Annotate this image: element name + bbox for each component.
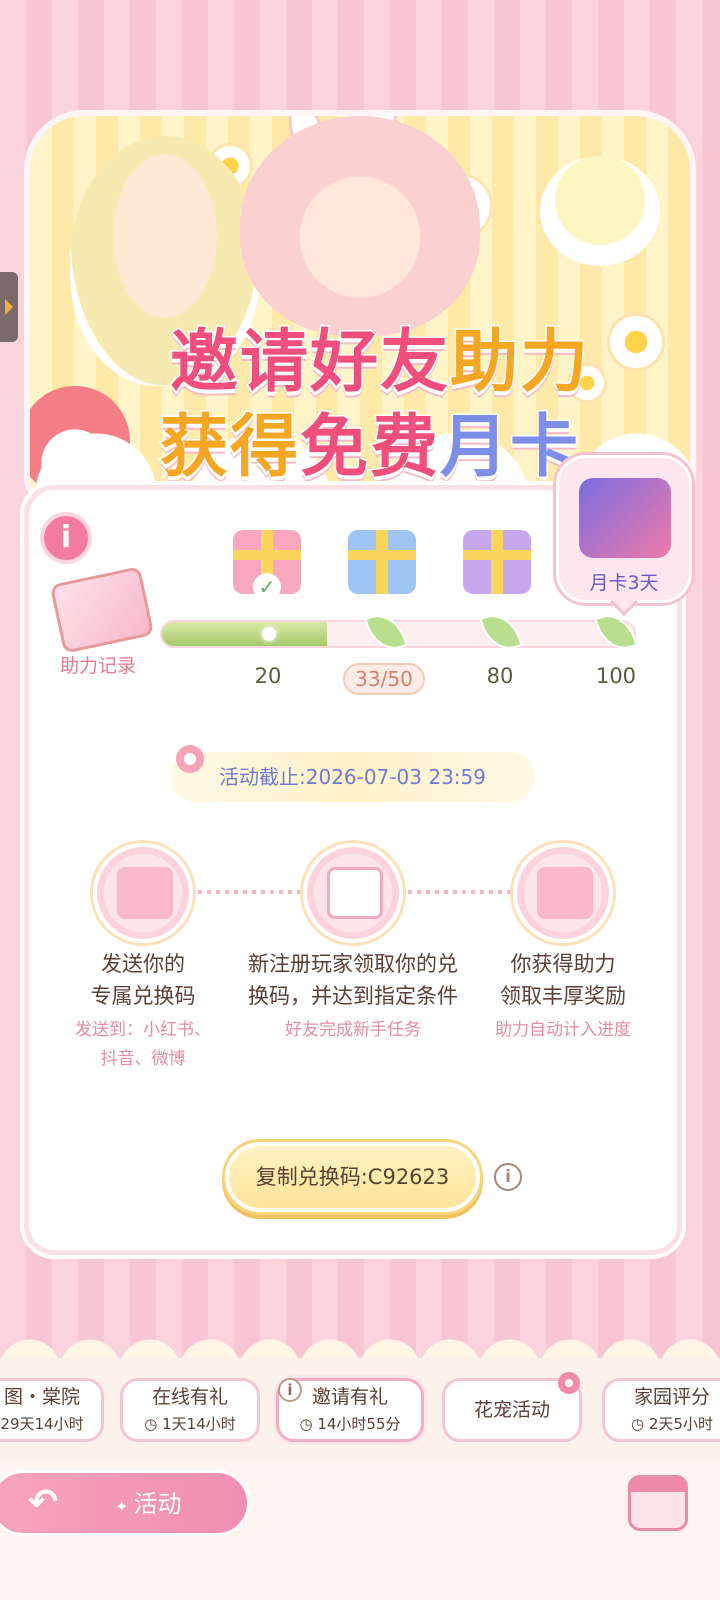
step-connector bbox=[198, 890, 300, 894]
event-banner: 邀请好友助力 获得免费月卡 bbox=[24, 110, 696, 500]
step-sub-line: 抖音、微博 bbox=[100, 1049, 186, 1069]
step-sub-line: 发送到：小红书、 bbox=[75, 1020, 211, 1040]
step-title-line: 你获得助力 bbox=[510, 952, 616, 976]
tab-online-gift[interactable]: 在线有礼 ◷ 1天14小时 bbox=[120, 1378, 260, 1442]
gift-icon[interactable] bbox=[463, 530, 531, 594]
step-title-line: 专属兑换码 bbox=[90, 984, 196, 1008]
step-title: 发送你的 专属兑换码 bbox=[23, 948, 263, 1012]
milestone-current: 33/50 bbox=[343, 663, 425, 695]
step-subtitle: 好友完成新手任务 bbox=[233, 1016, 473, 1045]
tab-home-rating[interactable]: 家园评分 ◷ 2天5小时 bbox=[602, 1378, 720, 1442]
copy-code-button[interactable]: 复制兑换码:C92623 bbox=[225, 1142, 480, 1212]
title-text: 免费 bbox=[298, 407, 440, 489]
title-text: 获得 bbox=[158, 407, 300, 489]
chick-mascot bbox=[540, 156, 660, 266]
tab-title: 图・棠院 bbox=[3, 1386, 80, 1408]
step-send-code-icon bbox=[93, 843, 193, 943]
step-title: 新注册玩家领取你的兑 换码，并达到指定条件 bbox=[233, 948, 473, 1012]
calendar-icon[interactable] bbox=[628, 1475, 688, 1531]
step-title-line: 新注册玩家领取你的兑 bbox=[248, 952, 458, 976]
tab-timer: ◷ 2天5小时 bbox=[631, 1415, 713, 1433]
milestone-label: 80 bbox=[486, 664, 514, 688]
gift-icon[interactable] bbox=[348, 530, 416, 594]
gift-code-card-icon bbox=[117, 867, 173, 919]
step-title-line: 换码，并达到指定条件 bbox=[248, 984, 458, 1008]
bunny-girl-illustration bbox=[240, 116, 480, 336]
progress-dot bbox=[262, 627, 276, 641]
tab-timer: ◷ 14小时55分 bbox=[299, 1415, 401, 1433]
assist-record-button[interactable]: 助力记录 bbox=[60, 651, 136, 678]
step-register-icon bbox=[303, 843, 403, 943]
info-icon[interactable]: i bbox=[40, 512, 92, 564]
tab-title: 花宠活动 bbox=[473, 1399, 550, 1421]
milestone-label: 100 bbox=[595, 664, 637, 688]
activity-label: 活动 bbox=[115, 1484, 182, 1519]
step-connector bbox=[408, 890, 510, 894]
flower-icon bbox=[558, 1372, 580, 1394]
progress-fill bbox=[162, 622, 328, 646]
step-reward-icon bbox=[513, 843, 613, 943]
tab-timer: 29天14小时 bbox=[0, 1415, 84, 1433]
back-arrow-icon[interactable]: ↶ bbox=[28, 1483, 72, 1523]
tab-garden[interactable]: 图・棠院 29天14小时 bbox=[0, 1378, 104, 1442]
card-pack-icon bbox=[579, 478, 671, 558]
info-icon[interactable]: i bbox=[278, 1378, 302, 1402]
step-sub-line: 好友完成新手任务 bbox=[285, 1020, 421, 1040]
flower-icon bbox=[176, 745, 204, 773]
step-title-line: 发送你的 bbox=[101, 952, 185, 976]
step-subtitle: 助力自动计入进度 bbox=[443, 1016, 683, 1045]
step-subtitle: 发送到：小红书、 抖音、微博 bbox=[23, 1016, 263, 1074]
info-icon[interactable]: i bbox=[494, 1163, 522, 1191]
deadline-banner: 活动截止:2026-07-03 23:59 bbox=[170, 752, 535, 802]
check-icon: ✓ bbox=[253, 573, 281, 601]
step-sub-line: 助力自动计入进度 bbox=[495, 1020, 631, 1040]
milestone-label: 20 bbox=[254, 664, 282, 688]
clipboard-icon bbox=[327, 867, 383, 919]
tab-timer: ◷ 1天14小时 bbox=[144, 1415, 236, 1433]
month-card-reward[interactable]: 月卡3天 bbox=[556, 455, 692, 617]
gift-icon bbox=[537, 867, 593, 919]
tab-title: 家园评分 bbox=[633, 1386, 710, 1408]
step-title: 你获得助力 领取丰厚奖励 bbox=[443, 948, 683, 1012]
tab-title: 在线有礼 bbox=[151, 1386, 228, 1408]
side-drawer-handle[interactable] bbox=[0, 272, 18, 342]
step-title-line: 领取丰厚奖励 bbox=[500, 984, 626, 1008]
